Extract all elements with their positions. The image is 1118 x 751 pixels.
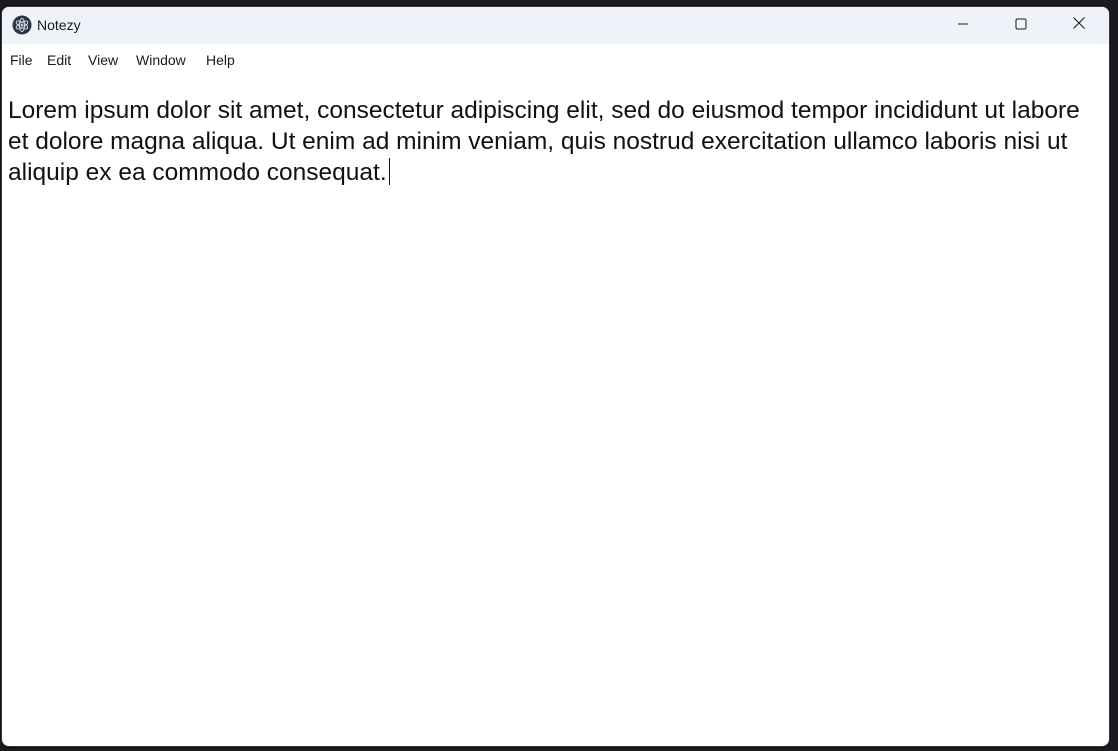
text-caret <box>388 158 390 185</box>
title-bar[interactable]: Notezy <box>2 7 1109 44</box>
menu-bar: File Edit View Window Help <box>2 44 1109 75</box>
maximize-button[interactable] <box>992 7 1050 44</box>
minimize-icon <box>957 17 969 35</box>
minimize-button[interactable] <box>934 7 992 44</box>
maximize-icon <box>1015 17 1027 35</box>
menu-view[interactable]: View <box>88 51 118 69</box>
close-button[interactable] <box>1050 7 1108 44</box>
app-window: Notezy File Edit View Window Help Lorem … <box>1 6 1110 747</box>
text-editor[interactable]: Lorem ipsum dolor sit amet, consectetur … <box>8 95 1088 188</box>
app-logo-icon <box>12 15 32 35</box>
menu-file[interactable]: File <box>10 51 33 69</box>
menu-edit[interactable]: Edit <box>47 51 71 69</box>
close-icon <box>1072 16 1086 35</box>
menu-help[interactable]: Help <box>206 51 235 69</box>
editor-content: Lorem ipsum dolor sit amet, consectetur … <box>8 97 1080 186</box>
menu-window[interactable]: Window <box>136 51 186 69</box>
window-title: Notezy <box>37 17 81 33</box>
